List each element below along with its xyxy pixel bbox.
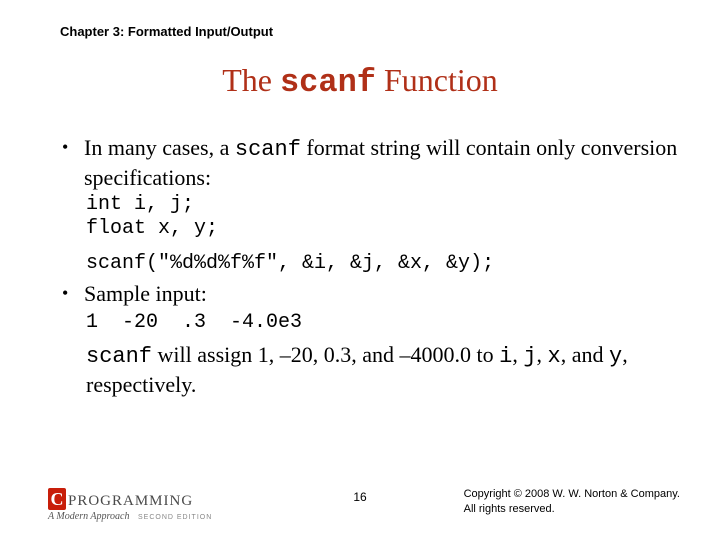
bullet-dot-icon: • xyxy=(62,136,68,159)
bullet-2: • Sample input: xyxy=(60,280,690,308)
bullet1-code: scanf xyxy=(235,137,301,162)
bullet-1: • In many cases, a scanf format string w… xyxy=(60,134,690,191)
explain-c2: , xyxy=(537,342,548,367)
logo-edition: SECOND EDITION xyxy=(138,514,212,521)
explain-i: i xyxy=(499,344,512,369)
content-area: • In many cases, a scanf format string w… xyxy=(60,134,690,400)
bullet1-pre: In many cases, a xyxy=(84,135,235,160)
explain-x: x xyxy=(548,344,561,369)
explain-c1: , xyxy=(512,342,523,367)
slide-title: The scanf Function xyxy=(0,62,720,101)
copyright: Copyright © 2008 W. W. Norton & Company.… xyxy=(464,487,680,516)
title-post: Function xyxy=(376,62,498,98)
copyright-line1: Copyright © 2008 W. W. Norton & Company. xyxy=(464,487,680,501)
code-scanf-call: scanf("%d%d%f%f", &i, &j, &x, &y); xyxy=(86,251,690,276)
logo-subtitle: A Modern Approach SECOND EDITION xyxy=(48,511,212,522)
bullet-dot-icon: • xyxy=(62,282,68,305)
title-pre: The xyxy=(222,62,280,98)
explain-j: j xyxy=(523,344,536,369)
footer: C PROGRAMMING A Modern Approach SECOND E… xyxy=(0,482,720,522)
explanation: scanf will assign 1, –20, 0.3, and –4000… xyxy=(86,341,676,400)
chapter-header: Chapter 3: Formatted Input/Output xyxy=(60,24,273,39)
sample-input: 1 -20 .3 -4.0e3 xyxy=(86,310,690,335)
explain-c3: , and xyxy=(561,342,609,367)
code-declarations: int i, j; float x, y; xyxy=(86,193,690,241)
bullet2-text: Sample input: xyxy=(84,281,207,306)
copyright-line2: All rights reserved. xyxy=(464,502,680,516)
title-code: scanf xyxy=(280,64,376,101)
explain-y: y xyxy=(609,344,622,369)
explain-scanf: scanf xyxy=(86,344,152,369)
logo-sub-text: A Modern Approach xyxy=(48,511,129,522)
explain-t1: will assign 1, –20, 0.3, and –4000.0 to xyxy=(152,342,499,367)
